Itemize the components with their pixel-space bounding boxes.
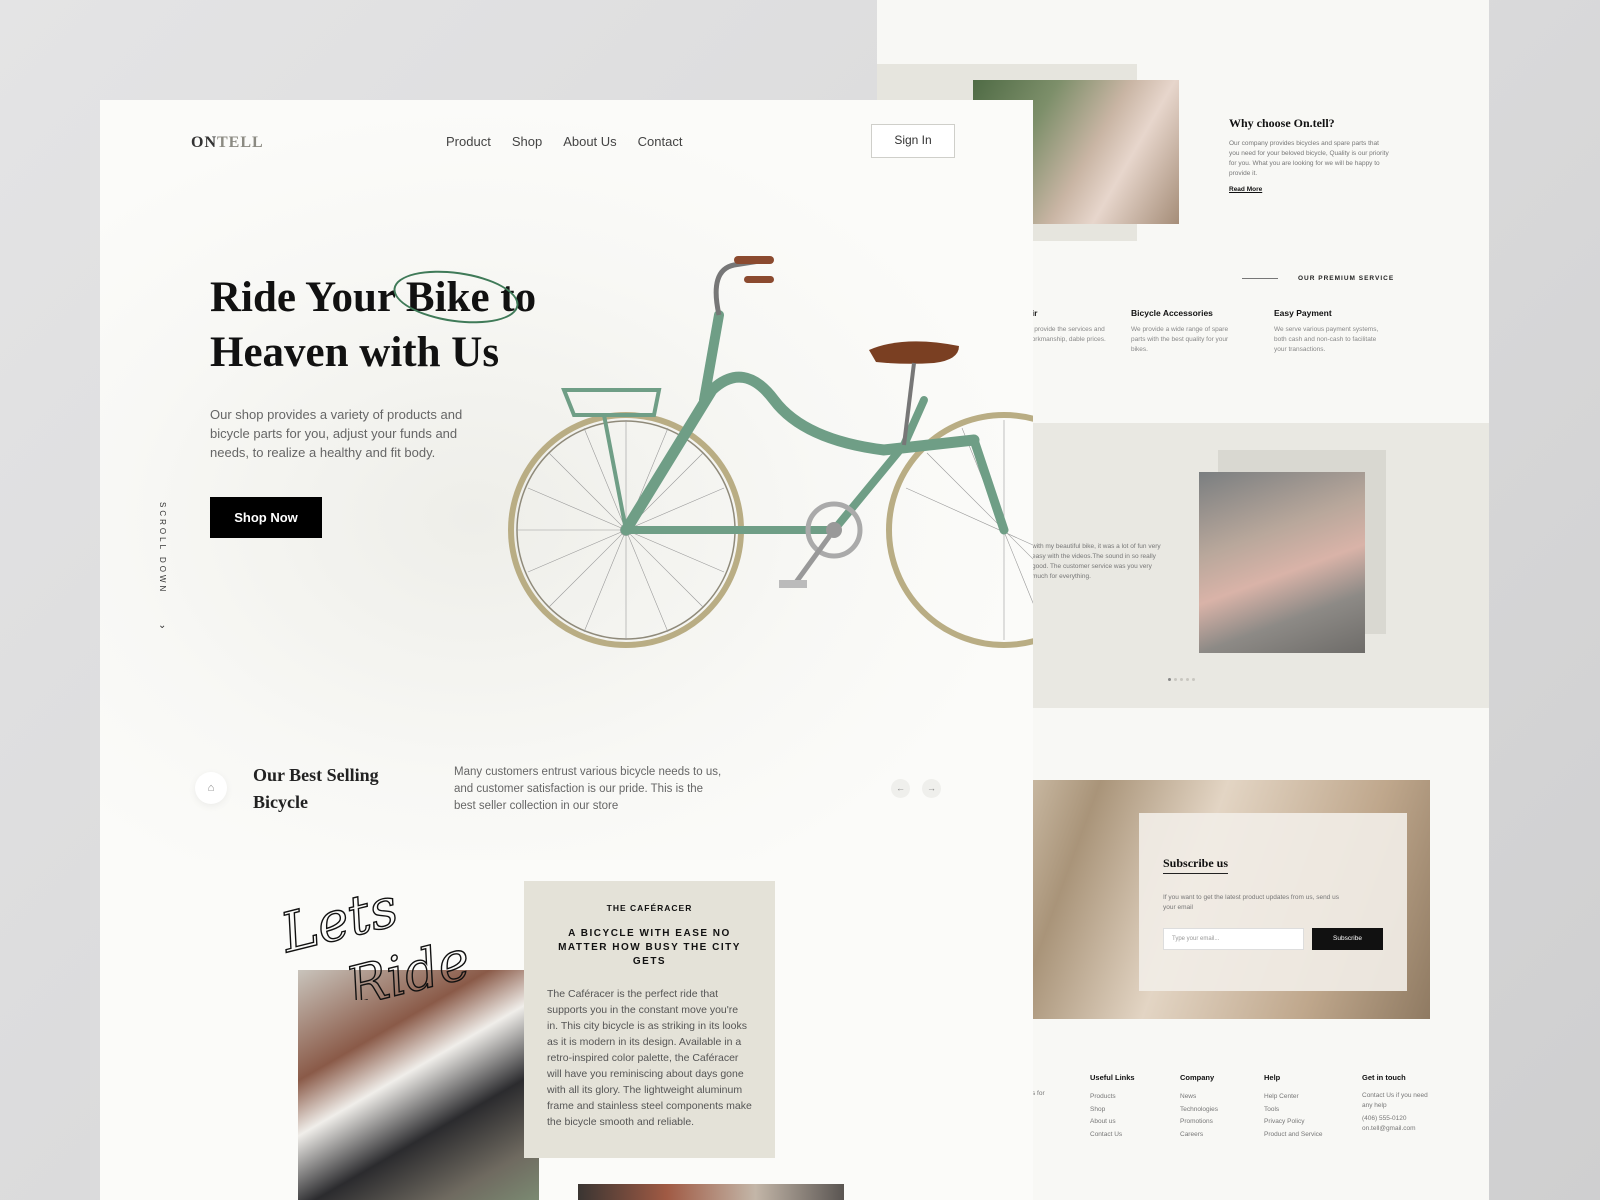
brand-logo[interactable]: ONTELL bbox=[191, 134, 264, 152]
footer-link[interactable]: Promotions bbox=[1180, 1116, 1218, 1129]
footer-link[interactable]: Privacy Policy bbox=[1264, 1116, 1323, 1129]
footer-col-title: Company bbox=[1180, 1073, 1215, 1082]
footer-col-title: Useful Links bbox=[1090, 1073, 1135, 1082]
service-payment: Easy Payment We serve various payment sy… bbox=[1274, 308, 1384, 355]
footer-email[interactable]: on.tell@gmail.com bbox=[1362, 1124, 1442, 1134]
service-title: Bicycle Accessories bbox=[1131, 308, 1213, 318]
shop-now-button[interactable]: Shop Now bbox=[210, 497, 322, 538]
why-choose-text: Our company provides bicycles and spare … bbox=[1229, 140, 1389, 177]
footer-link[interactable]: Careers bbox=[1180, 1129, 1218, 1142]
footer-text: any help bbox=[1362, 1102, 1387, 1109]
service-repair: air to provide the services and workmans… bbox=[1027, 308, 1137, 345]
premium-divider bbox=[1242, 278, 1278, 279]
shopping-bag-icon: ⌂ bbox=[195, 772, 227, 804]
rider-photo bbox=[298, 970, 539, 1200]
footer-link[interactable]: Product and Service bbox=[1264, 1129, 1323, 1142]
footer-link[interactable]: Tools bbox=[1264, 1104, 1323, 1117]
chevron-down-icon[interactable]: ⌄ bbox=[158, 620, 166, 631]
scroll-down-label[interactable]: SCROLL DOWN bbox=[155, 502, 167, 594]
hero-description: Our shop provides a variety of products … bbox=[210, 407, 463, 460]
read-more-link[interactable]: Read More bbox=[1229, 186, 1262, 193]
footer-text: Contact Us if you need bbox=[1362, 1092, 1428, 1099]
footer-col-title: Help bbox=[1264, 1073, 1281, 1082]
logo-part-dark: ON bbox=[191, 134, 217, 151]
footer-fragment: s for bbox=[1032, 1090, 1045, 1097]
card-kicker: THE CAFÉRACER bbox=[606, 903, 693, 913]
bicycle-illustration bbox=[508, 256, 1033, 648]
footer-col-help: Help Help Center Tools Privacy Policy Pr… bbox=[1264, 1073, 1323, 1141]
service-text: We provide a wide range of spare parts w… bbox=[1131, 326, 1229, 353]
footer-col-useful-links: Useful Links Products Shop About us Cont… bbox=[1090, 1073, 1135, 1141]
nav-item-about[interactable]: About Us bbox=[563, 134, 616, 149]
main-page: ONTELL Product Shop About Us Contact Sig… bbox=[100, 100, 1033, 1200]
nav-item-contact[interactable]: Contact bbox=[638, 134, 683, 149]
testimonial-text: with my beautiful bike, it was a lot of … bbox=[1032, 543, 1161, 580]
service-title: Easy Payment bbox=[1274, 308, 1332, 318]
footer-col-company: Company News Technologies Promotions Car… bbox=[1180, 1073, 1218, 1141]
logo-part-light: TELL bbox=[217, 134, 264, 151]
service-title: air bbox=[1027, 308, 1137, 318]
handlebar bbox=[713, 256, 774, 316]
best-selling-title: Our Best Selling Bicycle bbox=[253, 765, 379, 812]
lets-ride-script: Lets Ride bbox=[275, 875, 477, 1000]
footer-col-title: Get in touch bbox=[1362, 1073, 1406, 1082]
service-text: We serve various payment systems, both c… bbox=[1274, 326, 1379, 353]
subscribe-text: If you want to get the latest product up… bbox=[1163, 894, 1339, 911]
best-selling-text: Many customers entrust various bicycle n… bbox=[454, 766, 722, 812]
arrow-right-icon[interactable]: → bbox=[922, 779, 941, 798]
testimonial-photo bbox=[1199, 472, 1365, 653]
footer-link[interactable]: About us bbox=[1090, 1116, 1135, 1129]
footer-phone[interactable]: (406) 555-0120 bbox=[1362, 1114, 1442, 1124]
nav-item-shop[interactable]: Shop bbox=[512, 134, 542, 149]
footer-link[interactable]: Products bbox=[1090, 1091, 1135, 1104]
why-choose-title: Why choose On.tell? bbox=[1229, 116, 1335, 130]
next-photo-strip bbox=[578, 1184, 844, 1200]
service-text: to provide the services and workmanship,… bbox=[1027, 326, 1106, 343]
caferacer-card: THE CAFÉRACER A BICYCLE WITH EASE NO MAT… bbox=[524, 881, 775, 1158]
card-heading: A BICYCLE WITH EASE NO MATTER HOW BUSY T… bbox=[558, 928, 741, 967]
top-nav: Product Shop About Us Contact bbox=[446, 134, 682, 149]
arrow-left-icon[interactable]: ← bbox=[891, 779, 910, 798]
email-input[interactable]: Type your email... bbox=[1163, 928, 1304, 950]
premium-service-label: OUR PREMIUM SERVICE bbox=[1298, 275, 1395, 282]
nav-item-product[interactable]: Product bbox=[446, 134, 491, 149]
footer-link[interactable]: Contact Us bbox=[1090, 1129, 1135, 1142]
footer-link[interactable]: Help Center bbox=[1264, 1091, 1323, 1104]
carousel-dots[interactable] bbox=[1168, 678, 1195, 681]
footer-link[interactable]: Technologies bbox=[1180, 1104, 1218, 1117]
footer-link[interactable]: Shop bbox=[1090, 1104, 1135, 1117]
subscribe-button[interactable]: Subscribe bbox=[1312, 928, 1383, 950]
footer-link[interactable]: News bbox=[1180, 1091, 1218, 1104]
footer-col-contact: Get in touch Contact Us if you need any … bbox=[1362, 1073, 1442, 1134]
subscribe-title: Subscribe us bbox=[1163, 856, 1229, 874]
sign-in-button[interactable]: Sign In bbox=[871, 124, 955, 158]
card-body: The Caféracer is the perfect ride that s… bbox=[547, 988, 752, 1128]
service-accessories: Bicycle Accessories We provide a wide ra… bbox=[1131, 308, 1241, 355]
